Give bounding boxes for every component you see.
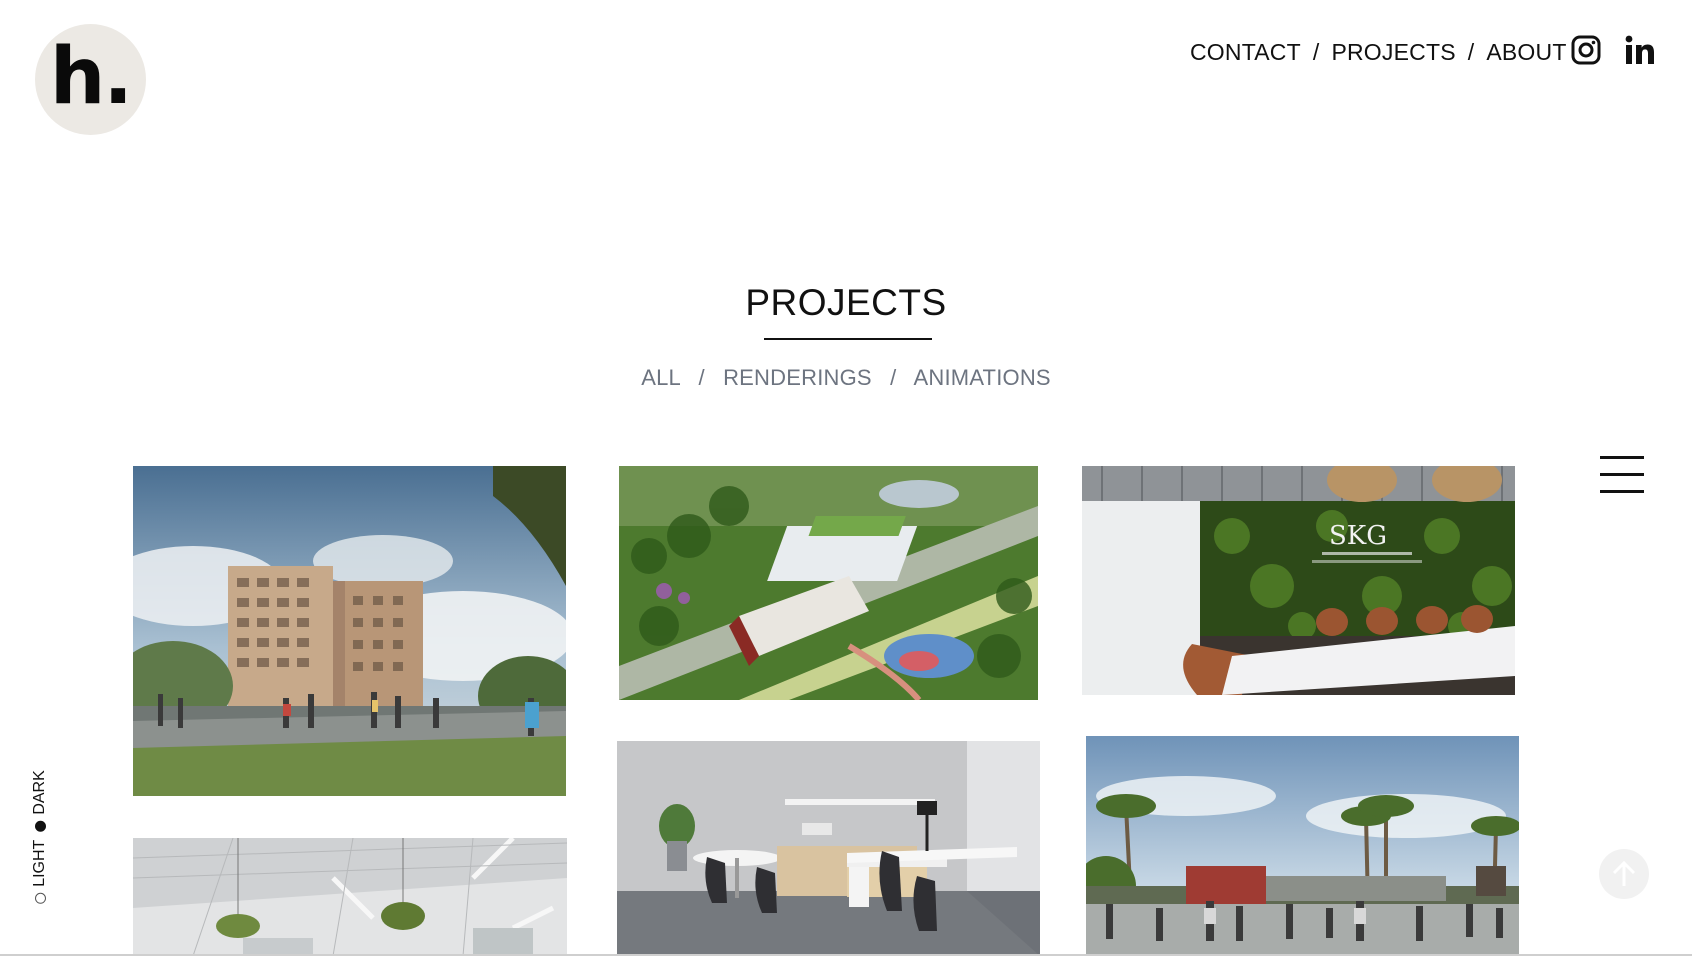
page: h. CONTACT / PROJECTS / ABOUT PROJECTS A… (0, 0, 1692, 956)
menu-bar (1600, 473, 1644, 476)
tile-residential-tower[interactable] (133, 466, 566, 796)
logo[interactable]: h. (35, 24, 146, 135)
theme-light-radio[interactable] (34, 892, 46, 904)
page-title: PROJECTS (745, 282, 947, 323)
tile-plaza-palms-image (1086, 736, 1519, 956)
social-links (1570, 34, 1656, 66)
arrow-up-icon (1612, 860, 1636, 886)
theme-dark-option[interactable]: DARK (31, 770, 49, 832)
nav-separator: / (1312, 39, 1320, 65)
tile-warehouse-interior[interactable] (133, 838, 567, 956)
nav-projects-link[interactable]: PROJECTS (1331, 39, 1455, 66)
tile-office-green-wall-image: SKG (1082, 466, 1515, 695)
filter-all[interactable]: ALL (641, 365, 680, 390)
theme-light-option[interactable]: LIGHT (31, 840, 49, 904)
tile-residential-tower-image (133, 466, 566, 796)
filter-animations[interactable]: ANIMATIONS (914, 365, 1051, 390)
filter-separator: / (890, 365, 897, 390)
theme-light-label: LIGHT (31, 839, 48, 887)
theme-dark-label: DARK (31, 770, 48, 815)
menu-bar (1600, 490, 1644, 493)
filter-separator: / (698, 365, 705, 390)
nav-about-link[interactable]: ABOUT (1486, 39, 1566, 66)
tile-aerial-campus-image (619, 466, 1038, 700)
scroll-to-top-button[interactable] (1599, 849, 1649, 899)
tile-office-workstation[interactable] (617, 741, 1040, 956)
title-underline (764, 338, 932, 340)
nav-separator: / (1467, 39, 1475, 65)
tile-aerial-campus[interactable] (619, 466, 1038, 700)
project-filters: ALL / RENDERINGS / ANIMATIONS (0, 365, 1692, 391)
nav-contact-link[interactable]: CONTACT (1190, 39, 1301, 66)
menu-button[interactable] (1600, 456, 1644, 494)
tile-plaza-palms[interactable] (1086, 736, 1519, 956)
logo-text: h. (49, 31, 133, 122)
tile-office-workstation-image (617, 741, 1040, 956)
green-wall-sign: SKG (1329, 521, 1387, 551)
theme-dark-radio[interactable] (34, 820, 46, 832)
menu-bar (1600, 456, 1644, 459)
filter-renderings[interactable]: RENDERINGS (723, 365, 872, 390)
theme-toggle-inner: LIGHT DARK (31, 770, 49, 904)
tile-office-green-wall[interactable]: SKG (1082, 466, 1515, 695)
linkedin-icon[interactable] (1624, 34, 1656, 66)
theme-toggle: LIGHT DARK (28, 762, 52, 912)
tile-warehouse-interior-image (133, 838, 567, 956)
top-nav: CONTACT / PROJECTS / ABOUT (1190, 39, 1567, 66)
instagram-icon[interactable] (1570, 34, 1602, 66)
